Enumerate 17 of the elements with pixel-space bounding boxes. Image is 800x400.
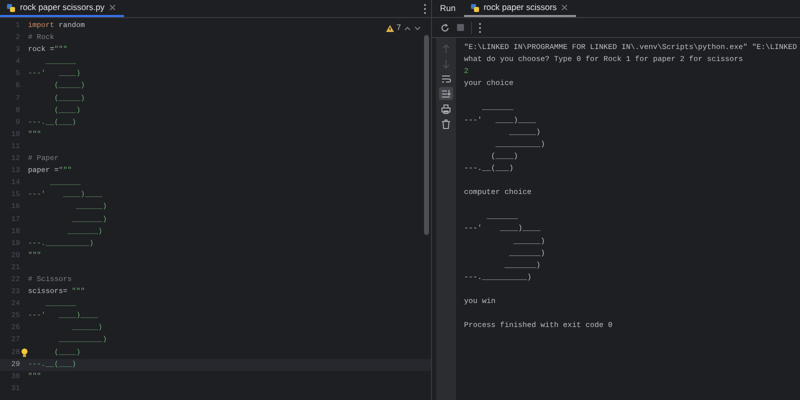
- warning-icon: [386, 24, 394, 32]
- warning-count[interactable]: 7: [396, 22, 401, 34]
- stop-icon[interactable]: [456, 23, 465, 32]
- lightbulb-icon[interactable]: [20, 348, 28, 358]
- python-file-icon: [470, 2, 480, 12]
- chevron-up-icon[interactable]: [404, 26, 411, 30]
- chevron-down-icon[interactable]: [414, 26, 421, 30]
- more-options-icon[interactable]: [423, 3, 427, 15]
- file-tab[interactable]: rock paper scissors.py: [0, 0, 124, 17]
- rerun-icon[interactable]: [440, 22, 450, 32]
- panel-title: Run: [440, 2, 456, 15]
- more-options-icon[interactable]: [478, 22, 482, 34]
- python-file-icon: [6, 2, 16, 12]
- scrollbar[interactable]: [424, 35, 429, 235]
- run-tab[interactable]: rock paper scissors: [464, 0, 576, 17]
- close-icon[interactable]: [560, 4, 568, 11]
- close-icon[interactable]: [108, 4, 116, 11]
